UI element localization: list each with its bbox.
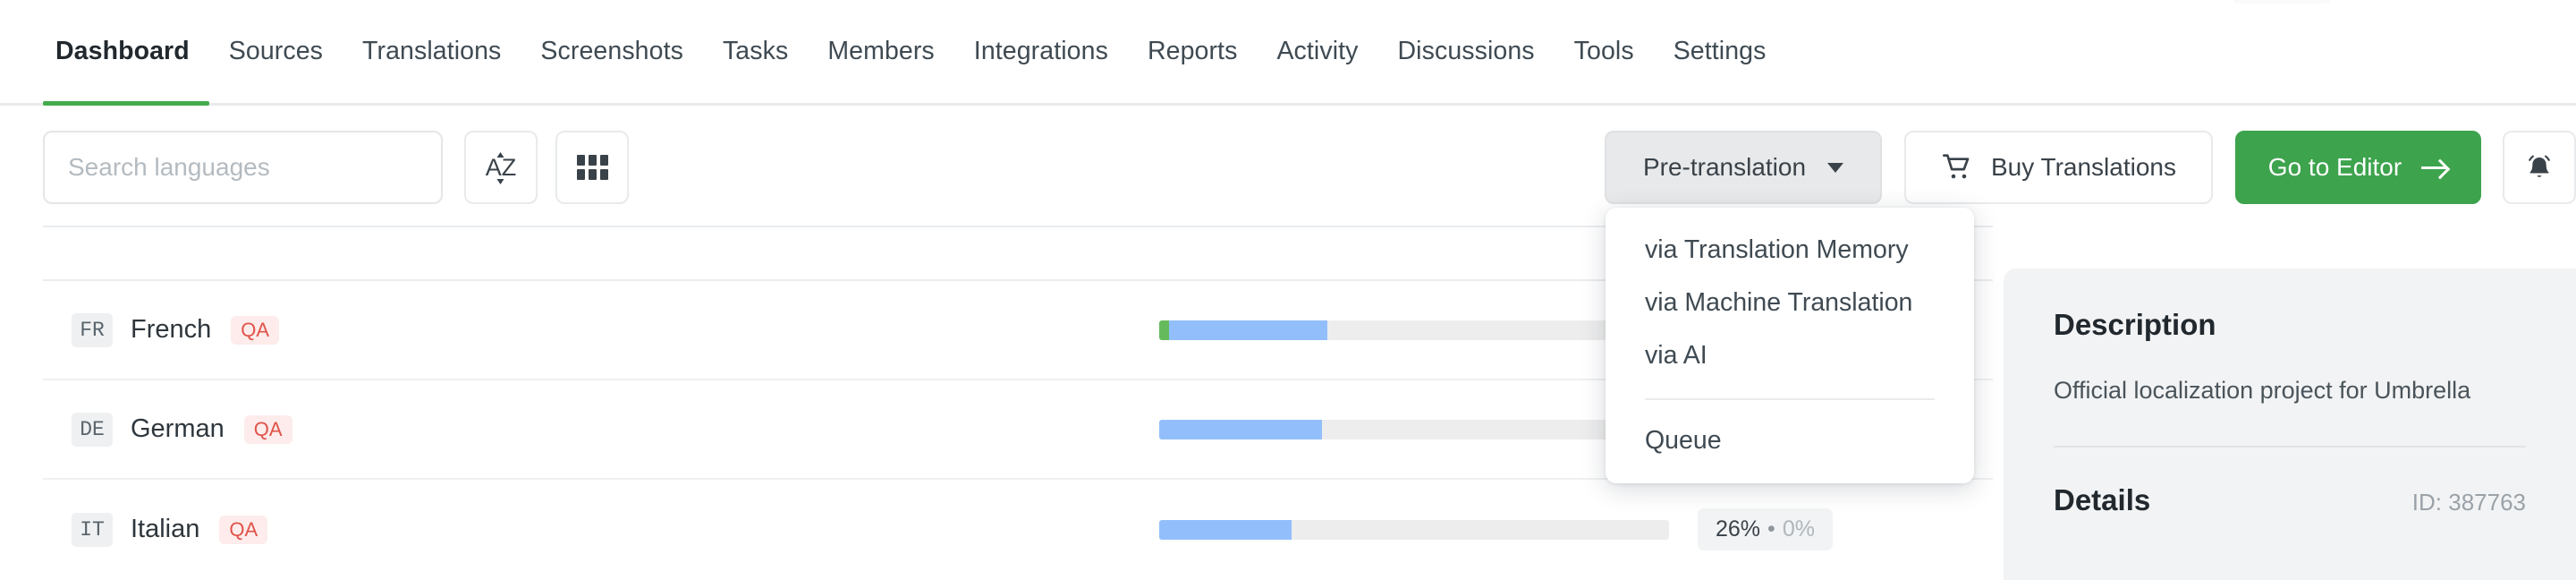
tab-sources[interactable]: Sources bbox=[209, 0, 343, 103]
menu-divider bbox=[1645, 398, 1935, 400]
percent-translated: 26% bbox=[1716, 516, 1760, 542]
project-id: ID: 387763 bbox=[2412, 489, 2526, 516]
tab-discussions[interactable]: Discussions bbox=[1378, 0, 1555, 103]
description-title: Description bbox=[2054, 308, 2526, 342]
qa-badge[interactable]: QA bbox=[219, 516, 267, 544]
tab-sources-label: Sources bbox=[229, 37, 323, 66]
progress-approved-segment bbox=[1159, 320, 1169, 340]
tab-screenshots[interactable]: Screenshots bbox=[521, 0, 703, 103]
tab-reports[interactable]: Reports bbox=[1128, 0, 1258, 103]
language-name: Italian bbox=[131, 515, 199, 544]
go-to-editor-button[interactable]: Go to Editor bbox=[2235, 131, 2481, 204]
tab-integrations-label: Integrations bbox=[974, 37, 1108, 66]
tab-tasks[interactable]: Tasks bbox=[703, 0, 808, 103]
grid-view-button[interactable] bbox=[555, 131, 629, 204]
tab-settings[interactable]: Settings bbox=[1654, 0, 1786, 103]
language-code-badge: IT bbox=[72, 513, 113, 547]
separator-dot: • bbox=[1767, 516, 1775, 542]
progress-bar bbox=[1159, 420, 1669, 439]
sort-alphabetical-button[interactable]: AZ bbox=[464, 131, 538, 204]
table-row[interactable]: IT Italian QA 26% • 0% bbox=[43, 480, 1993, 579]
tab-translations[interactable]: Translations bbox=[343, 0, 521, 103]
nav-tab-list: Dashboard Sources Translations Screensho… bbox=[43, 0, 1785, 103]
percent-approved: 0% bbox=[1783, 516, 1815, 542]
project-info-panel: Description Official localization projec… bbox=[2004, 269, 2576, 580]
pre-translation-label: Pre-translation bbox=[1643, 153, 1806, 182]
language-code-badge: FR bbox=[72, 313, 113, 347]
menu-item-via-machine-translation-label: via Machine Translation bbox=[1645, 288, 1912, 317]
panel-divider bbox=[2054, 446, 2526, 448]
search-languages-box[interactable] bbox=[43, 131, 443, 204]
app-root: Dashboard Sources Translations Screensho… bbox=[0, 0, 2576, 580]
arrow-right-icon bbox=[2421, 159, 2448, 175]
tab-dashboard[interactable]: Dashboard bbox=[43, 0, 209, 103]
tab-translations-label: Translations bbox=[362, 37, 501, 66]
language-code-badge: DE bbox=[72, 413, 113, 447]
progress-percent-badge: 26% • 0% bbox=[1698, 508, 1833, 550]
tab-members-label: Members bbox=[827, 37, 934, 66]
tab-integrations[interactable]: Integrations bbox=[954, 0, 1128, 103]
shopping-cart-icon bbox=[1941, 153, 1973, 182]
tab-tasks-label: Tasks bbox=[723, 37, 788, 66]
notifications-button[interactable] bbox=[2503, 131, 2576, 204]
sort-az-icon: AZ bbox=[486, 154, 517, 182]
toolbar: AZ Pre-translation Buy Translations Go t… bbox=[0, 125, 2576, 215]
language-name: German bbox=[131, 414, 225, 444]
details-header-row: Details ID: 387763 bbox=[2054, 483, 2526, 517]
buy-translations-label: Buy Translations bbox=[1991, 153, 2176, 182]
menu-item-via-translation-memory[interactable]: via Translation Memory bbox=[1606, 224, 1974, 277]
menu-item-queue-label: Queue bbox=[1645, 426, 1722, 455]
menu-item-via-machine-translation[interactable]: via Machine Translation bbox=[1606, 277, 1974, 329]
tab-screenshots-label: Screenshots bbox=[540, 37, 683, 66]
qa-badge[interactable]: QA bbox=[231, 316, 279, 345]
tab-activity[interactable]: Activity bbox=[1257, 0, 1377, 103]
menu-item-via-translation-memory-label: via Translation Memory bbox=[1645, 235, 1909, 264]
qa-badge[interactable]: QA bbox=[244, 415, 292, 444]
bell-icon bbox=[2524, 151, 2555, 183]
tab-tools[interactable]: Tools bbox=[1555, 0, 1654, 103]
tab-settings-label: Settings bbox=[1674, 37, 1767, 66]
grid-icon bbox=[577, 155, 608, 180]
tab-dashboard-label: Dashboard bbox=[55, 37, 190, 66]
tab-tools-label: Tools bbox=[1574, 37, 1634, 66]
progress-translated-segment bbox=[1159, 520, 1292, 540]
language-name: French bbox=[131, 315, 211, 345]
chevron-down-icon bbox=[1827, 163, 1843, 173]
go-to-editor-label: Go to Editor bbox=[2268, 153, 2402, 182]
buy-translations-button[interactable]: Buy Translations bbox=[1904, 131, 2213, 204]
progress-bar bbox=[1159, 520, 1669, 540]
details-title: Details bbox=[2054, 483, 2150, 517]
progress-translated-segment bbox=[1159, 420, 1322, 439]
menu-item-via-ai[interactable]: via AI bbox=[1606, 329, 1974, 382]
tab-discussions-label: Discussions bbox=[1398, 37, 1535, 66]
sort-arrows-icon bbox=[496, 152, 504, 184]
main-navigation: Dashboard Sources Translations Screensho… bbox=[0, 0, 2576, 106]
tab-members[interactable]: Members bbox=[808, 0, 953, 103]
progress-bar bbox=[1159, 320, 1669, 340]
search-input[interactable] bbox=[68, 153, 418, 182]
progress-translated-segment bbox=[1169, 320, 1327, 340]
cutoff-element-above-nav bbox=[2233, 0, 2331, 4]
description-text: Official localization project for Umbrel… bbox=[2054, 374, 2526, 408]
pre-translation-dropdown-menu: via Translation Memory via Machine Trans… bbox=[1606, 208, 1974, 483]
menu-item-queue[interactable]: Queue bbox=[1606, 414, 1974, 467]
menu-item-via-ai-label: via AI bbox=[1645, 341, 1707, 370]
pre-translation-button[interactable]: Pre-translation bbox=[1605, 131, 1882, 204]
tab-reports-label: Reports bbox=[1148, 37, 1238, 66]
tab-activity-label: Activity bbox=[1276, 37, 1358, 66]
